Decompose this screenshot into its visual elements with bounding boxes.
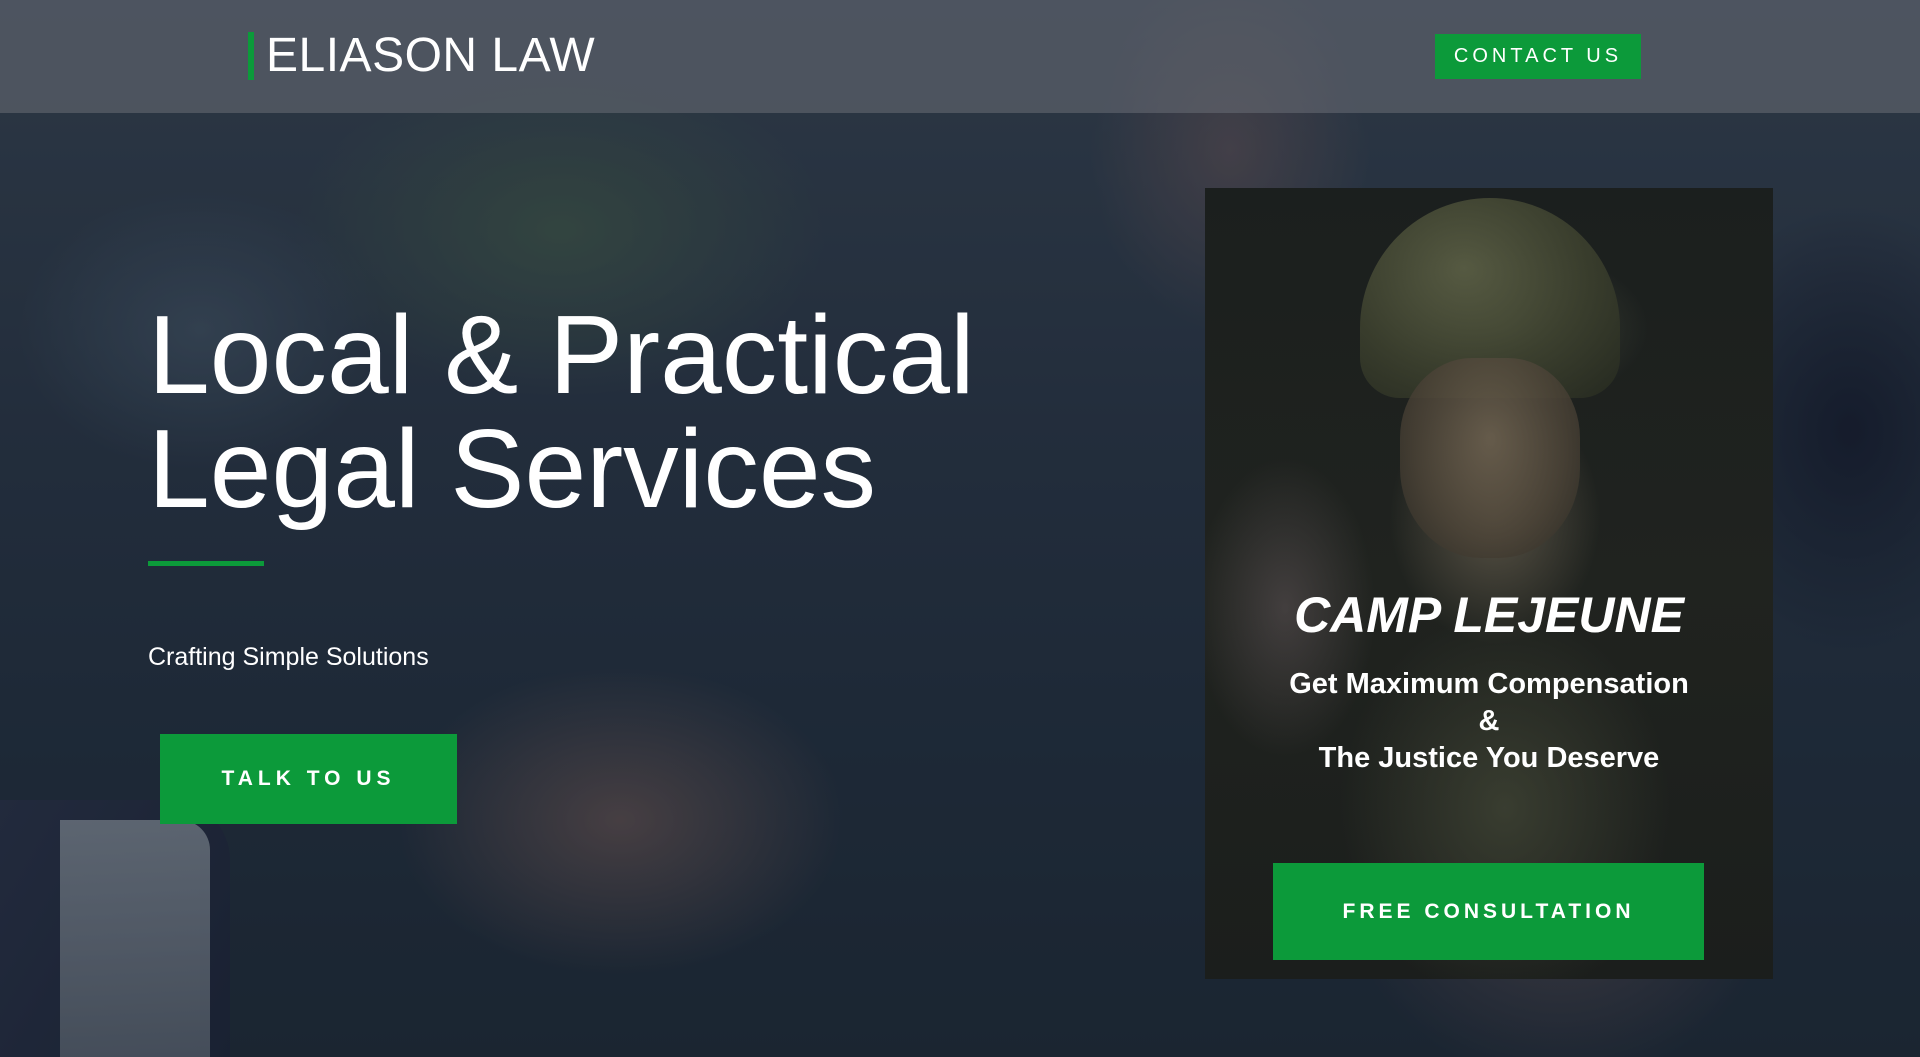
hero-subtitle: Crafting Simple Solutions	[148, 643, 429, 671]
promo-line-3: The Justice You Deserve	[1318, 742, 1660, 774]
promo-content: CAMP LEJEUNE Get Maximum Compensation & …	[1205, 188, 1773, 979]
talk-to-us-button[interactable]: TALK TO US	[160, 734, 457, 824]
hero-title: Local & Practical Legal Services	[148, 298, 1048, 526]
promo-line-2: &	[1478, 705, 1500, 737]
contact-us-button[interactable]: CONTACT US	[1435, 34, 1641, 79]
brand-logo[interactable]: ELIASON LAW	[248, 32, 595, 80]
brand-name: ELIASON LAW	[266, 29, 596, 82]
promo-text: Get Maximum Compensation & The Justice Y…	[1205, 666, 1773, 777]
hero-title-line-2: Legal Services	[148, 407, 877, 531]
site-header: ELIASON LAW CONTACT US	[0, 0, 1920, 113]
hero-title-line-1: Local & Practical	[148, 293, 975, 417]
hero-divider	[148, 561, 264, 566]
promo-line-1: Get Maximum Compensation	[1289, 668, 1689, 700]
free-consultation-button[interactable]: FREE CONSULTATION	[1273, 863, 1704, 960]
promo-title: CAMP LEJEUNE	[1294, 587, 1684, 643]
camp-lejeune-promo-card: CAMP LEJEUNE Get Maximum Compensation & …	[1205, 188, 1773, 979]
